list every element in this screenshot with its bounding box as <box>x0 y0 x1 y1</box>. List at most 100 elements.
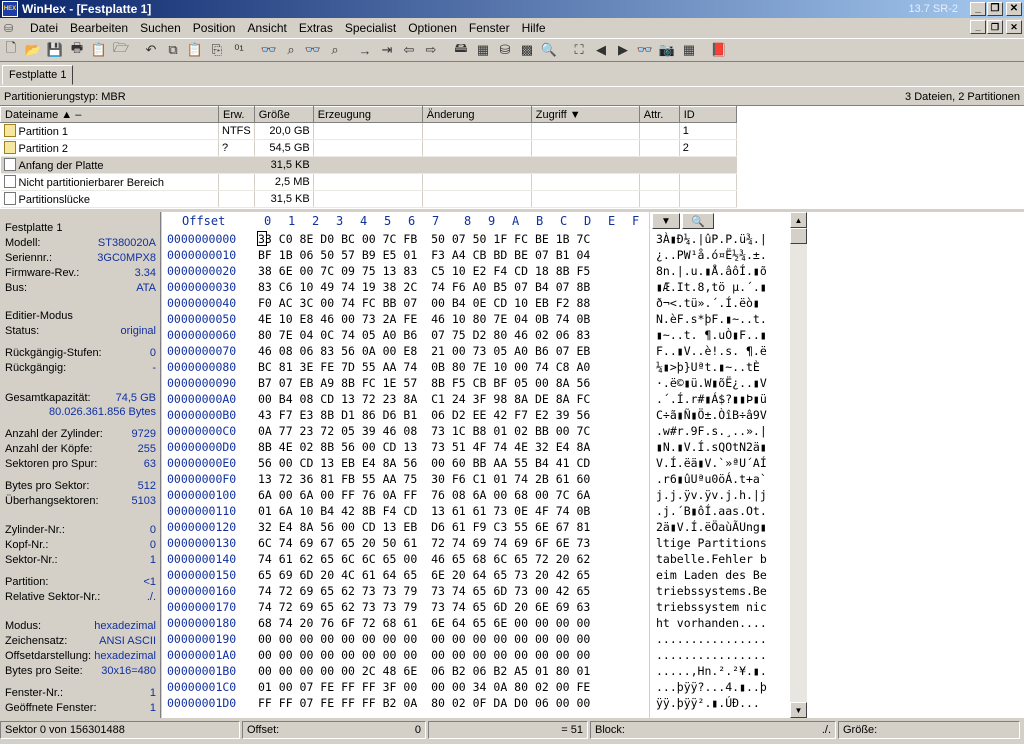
ram-editor-button[interactable]: ▦ <box>472 40 494 60</box>
hex-row[interactable]: 0000000080 BC 81 3E FE 7D 55 AA 74 0B 80 … <box>162 360 790 376</box>
column-aenderung[interactable]: Änderung <box>421 106 532 123</box>
close-button[interactable]: ✕ <box>1006 2 1022 16</box>
hex-body[interactable]: 0000000000 33 C0 8E D0 BC 00 7C FB 50 07 … <box>162 230 790 718</box>
open-button[interactable]: 📂 <box>22 40 44 60</box>
hex-row[interactable]: 0000000070 46 08 06 83 56 0A 00 E8 21 00 … <box>162 344 790 360</box>
column-erzeugung[interactable]: Erzeugung <box>312 106 423 123</box>
hex-row[interactable]: 0000000010 BF 1B 06 50 57 B9 E5 01 F3 A4 … <box>162 248 790 264</box>
properties-button[interactable]: 📋 <box>88 40 110 60</box>
new-button[interactable]: 🗋 <box>0 40 22 60</box>
paste-button[interactable]: 📋 <box>184 40 206 60</box>
hex-ascii[interactable]: ht vorhanden.... <box>656 616 767 630</box>
hex-row[interactable]: 00000001B0 00 00 00 00 00 2C 48 6E 06 B2 … <box>162 664 790 680</box>
snapshot-button[interactable]: 📷 <box>656 40 678 60</box>
hex-ascii[interactable]: N.èF.s*þF.▮~..t. <box>656 312 767 326</box>
scroll-down-button[interactable]: ▼ <box>790 702 807 718</box>
save-button[interactable]: 💾 <box>44 40 66 60</box>
column-groesse[interactable]: Größe <box>253 106 314 123</box>
hex-bytes[interactable]: 56 00 CD 13 EB E4 8A 56 00 60 BB AA 55 B… <box>258 456 590 470</box>
hex-bytes[interactable]: 33 C0 8E D0 BC 00 7C FB 50 07 50 1F FC B… <box>258 232 590 246</box>
hex-ascii[interactable]: .´.Í.r#▮Á$?▮▮Þ▮ü <box>656 392 767 406</box>
scroll-thumb[interactable] <box>790 228 807 244</box>
menu-specialist[interactable]: Specialist <box>339 21 402 35</box>
dropdown-button[interactable]: ▼ <box>652 213 680 229</box>
calculator-button[interactable]: ▩ <box>516 40 538 60</box>
hex-bytes[interactable]: 4E 10 E8 46 00 73 2A FE 46 10 80 7E 04 0… <box>258 312 590 326</box>
hex-bytes[interactable]: 83 C6 10 49 74 19 38 2C 74 F6 A0 B5 07 B… <box>258 280 590 294</box>
scroll-up-button[interactable]: ▲ <box>790 212 807 228</box>
hex-ascii[interactable]: ·.ë©▮ü.W▮õË¿..▮V <box>656 376 767 390</box>
hex-row[interactable]: 00000001C0 01 00 07 FE FF FF 3F 00 00 00 … <box>162 680 790 696</box>
hex-ascii[interactable]: 2ä▮V.Í.ëÖaùÃUng▮ <box>656 520 767 534</box>
hex-bytes[interactable]: 00 00 00 00 00 00 00 00 00 00 00 00 00 0… <box>258 632 590 646</box>
menu-extras[interactable]: Extras <box>293 21 339 35</box>
hex-bytes[interactable]: 8B 4E 02 8B 56 00 CD 13 73 51 4F 74 4E 3… <box>258 440 590 454</box>
menu-optionen[interactable]: Optionen <box>402 21 463 35</box>
hex-ascii[interactable]: F..▮V..è!.s. ¶.ë <box>656 344 767 358</box>
hex-bytes[interactable]: 38 6E 00 7C 09 75 13 83 C5 10 E2 F4 CD 1… <box>258 264 590 278</box>
goto-sector-button[interactable]: ⇥ <box>376 40 398 60</box>
hex-ascii[interactable]: ltige Partitions <box>656 536 767 550</box>
vertical-scrollbar[interactable]: ▲ ▼ <box>790 212 807 718</box>
help-book-button[interactable]: 📕 <box>708 40 730 60</box>
column-erw[interactable]: Erw. <box>218 106 255 123</box>
hex-row[interactable]: 0000000190 00 00 00 00 00 00 00 00 00 00 … <box>162 632 790 648</box>
hex-bytes[interactable]: 01 6A 10 B4 42 8B F4 CD 13 61 61 73 0E 4… <box>258 504 590 518</box>
hex-row[interactable]: 0000000090 B7 07 EB A9 8B FC 1E 57 8B F5 … <box>162 376 790 392</box>
hex-bytes[interactable]: 80 7E 04 0C 74 05 A0 B6 07 75 D2 80 46 0… <box>258 328 590 342</box>
hex-row[interactable]: 0000000050 4E 10 E8 46 00 73 2A FE 46 10 … <box>162 312 790 328</box>
search-button[interactable]: 🔍 <box>538 40 560 60</box>
hex-bytes[interactable]: 00 00 00 00 00 00 00 00 00 00 00 00 00 0… <box>258 648 590 662</box>
mdi-minimize-button[interactable]: _ <box>970 20 986 34</box>
hex-bytes[interactable]: 74 61 62 65 6C 6C 65 00 46 65 68 6C 65 7… <box>258 552 590 566</box>
hex-row[interactable]: 00000000E0 56 00 CD 13 EB E4 8A 56 00 60 … <box>162 456 790 472</box>
hex-row[interactable]: 00000001D0 FF FF 07 FE FF FF B2 0A 80 02 … <box>162 696 790 712</box>
hex-bytes[interactable]: 65 69 6D 20 4C 61 64 65 6E 20 64 65 73 2… <box>258 568 590 582</box>
column-dateiname[interactable]: Dateiname ▲ – <box>0 106 219 123</box>
replace-text-button[interactable]: 👓 <box>302 40 324 60</box>
hex-ascii[interactable]: V.Í.ëä▮V.`»ªU´AÍ <box>656 456 767 470</box>
hex-ascii[interactable]: C÷ã▮Ñ▮Ö±.ÒîB÷â9V <box>656 408 767 422</box>
hex-row[interactable]: 0000000020 38 6E 00 7C 09 75 13 83 C5 10 … <box>162 264 790 280</box>
hex-ascii[interactable]: ÿÿ.þÿÿ².▮.ÚÐ... <box>656 696 760 710</box>
hex-row[interactable]: 0000000170 74 72 69 65 62 73 73 79 73 74 … <box>162 600 790 616</box>
column-attr[interactable]: Attr. <box>638 106 680 123</box>
open-folder-button[interactable]: 🗁 <box>110 40 132 60</box>
paste-special-button[interactable]: ⎘ <box>206 40 228 60</box>
back-button[interactable]: ⇦ <box>398 40 420 60</box>
hex-ascii[interactable]: ▮N.▮V.Í.sQOtN2ä▮ <box>656 440 767 454</box>
hex-row[interactable]: 00000000C0 0A 77 23 72 05 39 46 08 73 1C … <box>162 424 790 440</box>
hex-ascii[interactable]: .r6▮ûUªu0öÁ.t+a` <box>656 472 767 486</box>
hex-bytes[interactable]: 74 72 69 65 62 73 73 79 73 74 65 6D 20 6… <box>258 600 590 614</box>
hex-row[interactable]: 00000000D0 8B 4E 02 8B 56 00 CD 13 73 51 … <box>162 440 790 456</box>
menu-bearbeiten[interactable]: Bearbeiten <box>64 21 134 35</box>
find-next-button[interactable]: 👓 <box>634 40 656 60</box>
file-row[interactable]: Nicht partitionierbarer Bereich 2,5 MB <box>0 173 737 191</box>
hex-ascii[interactable]: ¼▮>þ}Uªt.▮~..tÈ <box>656 360 767 374</box>
hex-ascii[interactable]: ¿..PW¹å.ó¤Ë½¾.±. <box>656 248 767 262</box>
hex-row[interactable]: 0000000150 65 69 6D 20 4C 61 64 65 6E 20 … <box>162 568 790 584</box>
file-row[interactable]: Anfang der Platte 31,5 KB <box>0 156 737 174</box>
hex-ascii[interactable]: ð¬<.tü».´.Í.ëò▮ <box>656 296 760 310</box>
hex-bytes[interactable]: BC 81 3E FE 7D 55 AA 74 0B 80 7E 10 00 7… <box>258 360 590 374</box>
hex-row[interactable]: 00000000F0 13 72 36 81 FB 55 AA 75 30 F6 … <box>162 472 790 488</box>
hex-bytes[interactable]: 6C 74 69 67 65 20 50 61 72 74 69 74 69 6… <box>258 536 590 550</box>
hex-ascii[interactable]: ▮~..t. ¶.uÒ▮F..▮ <box>656 328 767 342</box>
hex-bytes[interactable]: 46 08 06 83 56 0A 00 E8 21 00 73 05 A0 B… <box>258 344 590 358</box>
hex-bytes[interactable]: 32 E4 8A 56 00 CD 13 EB D6 61 F9 C3 55 6… <box>258 520 590 534</box>
file-row[interactable]: Partitionslücke 31,5 KB <box>0 190 737 208</box>
tab-festplatte-1[interactable]: Festplatte 1 <box>2 65 74 85</box>
hex-row[interactable]: 0000000160 74 72 69 65 62 73 73 79 73 74 … <box>162 584 790 600</box>
hex-editor[interactable]: Offset 0 1 2 3 4 5 6 7 8 9 A B C D E F ▼ 🔍 0000000000 33… <box>162 212 790 718</box>
disk-clone-button[interactable]: ⛁ <box>494 40 516 60</box>
hex-ascii[interactable]: .w#r.9F.s.¸..».| <box>656 424 767 438</box>
menu-ansicht[interactable]: Ansicht <box>241 21 292 35</box>
hex-bytes[interactable]: 01 00 07 FE FF FF 3F 00 00 00 34 0A 80 0… <box>258 680 590 694</box>
hex-row[interactable]: 0000000140 74 61 62 65 6C 6C 65 00 46 65 … <box>162 552 790 568</box>
hex-row[interactable]: 0000000100 6A 00 6A 00 FF 76 0A FF 76 08 … <box>162 488 790 504</box>
hex-row[interactable]: 0000000060 80 7E 04 0C 74 05 A0 B6 07 75 … <box>162 328 790 344</box>
hex-bytes[interactable]: 43 F7 E3 8B D1 86 D6 B1 06 D2 EE 42 F7 E… <box>258 408 590 422</box>
hex-ascii[interactable]: ................ <box>656 648 767 662</box>
replace-hex-button[interactable]: ⌕ <box>324 40 346 60</box>
hex-bytes[interactable]: 00 B4 08 CD 13 72 23 8A C1 24 3F 98 8A D… <box>258 392 590 406</box>
